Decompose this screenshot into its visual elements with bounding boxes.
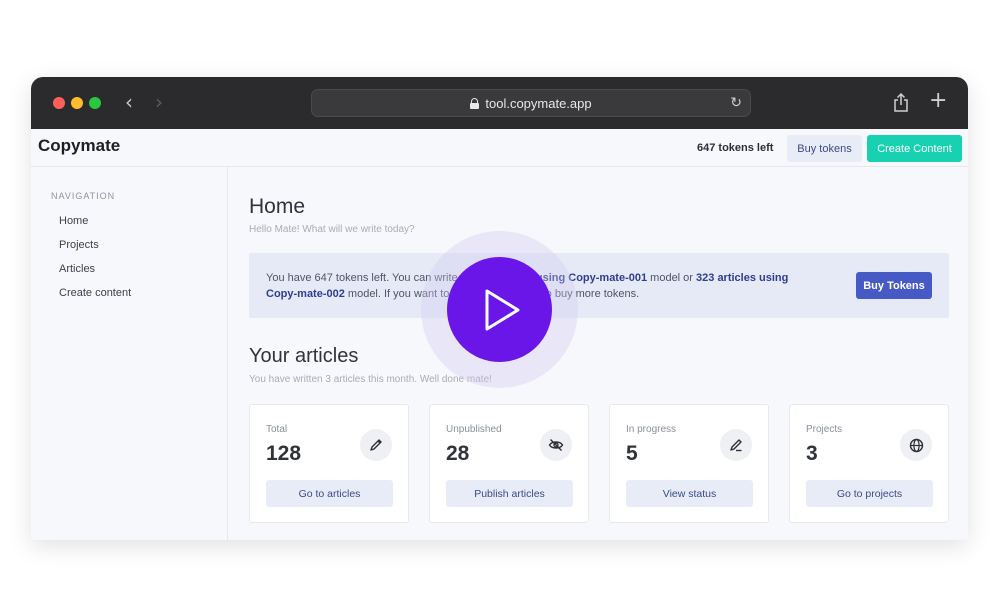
articles-subtitle: You have written 3 articles this month. … bbox=[249, 374, 492, 385]
new-tab-icon[interactable]: + bbox=[929, 90, 947, 112]
go-to-articles-button[interactable]: Go to articles bbox=[266, 480, 393, 507]
token-info-banner: You have 647 tokens left. You can write … bbox=[249, 253, 949, 318]
card-label: Unpublished bbox=[446, 424, 502, 435]
card-value: 3 bbox=[806, 442, 818, 465]
stat-card-projects: Projects 3 Go to projects bbox=[789, 404, 949, 523]
card-label: In progress bbox=[626, 424, 677, 435]
url-text: tool.copymate.app bbox=[485, 95, 592, 111]
reload-icon[interactable]: ↻ bbox=[730, 94, 742, 111]
app-header: Copymate 647 tokens left Buy tokens Crea… bbox=[31, 129, 968, 167]
card-label: Projects bbox=[806, 424, 843, 435]
pencil-icon bbox=[360, 429, 392, 461]
go-to-projects-button[interactable]: Go to projects bbox=[806, 480, 933, 507]
view-status-button[interactable]: View status bbox=[626, 480, 753, 507]
stat-card-unpublished: Unpublished 28 Publish articles bbox=[429, 404, 589, 523]
pen-icon bbox=[720, 429, 752, 461]
back-arrow-icon[interactable]: ‹ bbox=[125, 91, 133, 113]
sidebar-item-projects[interactable]: Projects bbox=[59, 239, 99, 251]
eye-off-icon bbox=[540, 429, 572, 461]
browser-titlebar: ‹ › tool.copymate.app ↻ + bbox=[31, 77, 968, 129]
stat-card-total: Total 128 Go to articles bbox=[249, 404, 409, 523]
globe-icon bbox=[900, 429, 932, 461]
address-bar[interactable]: tool.copymate.app ↻ bbox=[311, 89, 751, 117]
minimize-window-button[interactable] bbox=[71, 97, 83, 109]
play-video-button[interactable] bbox=[447, 257, 552, 362]
page-title: Home bbox=[249, 195, 306, 218]
close-window-button[interactable] bbox=[53, 97, 65, 109]
articles-title: Your articles bbox=[249, 345, 359, 367]
nav-heading: NAVIGATION bbox=[51, 191, 116, 201]
banner-buy-tokens-button[interactable]: Buy Tokens bbox=[856, 272, 932, 299]
share-icon[interactable] bbox=[893, 93, 909, 113]
sidebar-item-create-content[interactable]: Create content bbox=[59, 287, 131, 299]
buy-tokens-button[interactable]: Buy tokens bbox=[787, 135, 862, 162]
publish-articles-button[interactable]: Publish articles bbox=[446, 480, 573, 507]
card-value: 128 bbox=[266, 442, 302, 465]
card-value: 5 bbox=[626, 442, 638, 465]
sidebar-item-articles[interactable]: Articles bbox=[59, 263, 95, 275]
create-content-button[interactable]: Create Content bbox=[867, 135, 962, 162]
lock-icon bbox=[470, 97, 480, 109]
card-value: 28 bbox=[446, 442, 470, 465]
maximize-window-button[interactable] bbox=[89, 97, 101, 109]
play-icon bbox=[485, 289, 519, 330]
sidebar: NAVIGATION Home Projects Articles Create… bbox=[31, 167, 228, 540]
tokens-left-text: 647 tokens left bbox=[697, 142, 774, 154]
sidebar-item-home[interactable]: Home bbox=[59, 215, 88, 227]
brand-logo[interactable]: Copymate bbox=[38, 136, 120, 156]
forward-arrow-icon[interactable]: › bbox=[155, 91, 163, 113]
stat-card-in-progress: In progress 5 View status bbox=[609, 404, 769, 523]
page-subtitle: Hello Mate! What will we write today? bbox=[249, 224, 415, 235]
main-content: Home Hello Mate! What will we write toda… bbox=[229, 167, 968, 540]
card-label: Total bbox=[266, 424, 288, 435]
